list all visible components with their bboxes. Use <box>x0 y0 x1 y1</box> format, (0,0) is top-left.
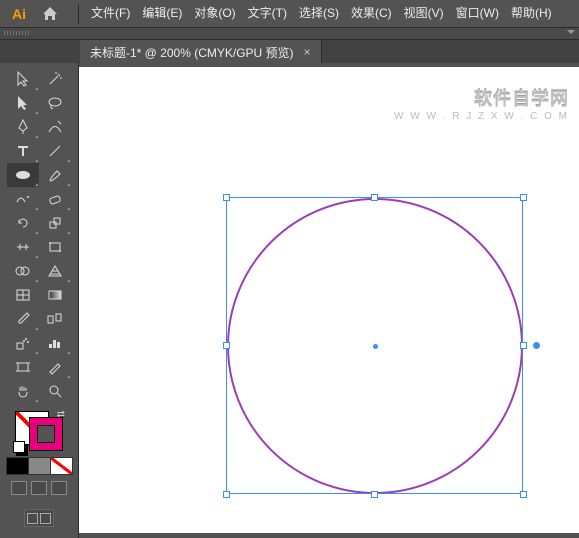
menu-select[interactable]: 选择(S) <box>293 0 345 27</box>
color-mode-gradient[interactable] <box>28 457 51 475</box>
color-mode-solid[interactable] <box>6 457 29 475</box>
watermark: 软件自学网 W W W . R J Z X W . C O M <box>394 85 569 122</box>
eraser-tool[interactable] <box>39 187 71 211</box>
draw-mode-row <box>11 481 67 495</box>
handle-se[interactable] <box>520 491 527 498</box>
main-area: ⇄ 软件自学网 W W W . R J Z X W . C O M <box>0 63 579 538</box>
toolbox: ⇄ <box>0 63 79 538</box>
menu-view[interactable]: 视图(V) <box>398 0 450 27</box>
separator <box>78 4 79 24</box>
artboard-tool[interactable] <box>7 355 39 379</box>
fill-stroke-control: ⇄ <box>6 409 72 527</box>
blend-tool[interactable] <box>39 307 71 331</box>
perspective-grid-tool[interactable] <box>39 259 71 283</box>
live-corner-widget[interactable] <box>533 342 540 349</box>
handle-e[interactable] <box>520 342 527 349</box>
color-mode-none[interactable] <box>50 457 73 475</box>
handle-n[interactable] <box>371 194 378 201</box>
stroke-swatch[interactable] <box>29 417 63 451</box>
handle-nw[interactable] <box>223 194 230 201</box>
document-tab-title: 未标题-1* @ 200% (CMYK/GPU 预览) <box>90 44 294 61</box>
paintbrush-tool[interactable] <box>39 163 71 187</box>
menu-object[interactable]: 对象(O) <box>188 0 241 27</box>
slice-tool[interactable] <box>39 355 71 379</box>
menu-type[interactable]: 文字(T) <box>242 0 293 27</box>
menu-help[interactable]: 帮助(H) <box>505 0 558 27</box>
document-tab[interactable]: 未标题-1* @ 200% (CMYK/GPU 预览) × <box>80 40 322 64</box>
watermark-line2: W W W . R J Z X W . C O M <box>394 111 569 122</box>
swap-fill-stroke-icon[interactable]: ⇄ <box>57 409 65 420</box>
shaper-tool[interactable] <box>7 187 39 211</box>
column-graph-tool[interactable] <box>39 331 71 355</box>
handle-s[interactable] <box>371 491 378 498</box>
app-logo: Ai <box>6 4 32 24</box>
watermark-line1: 软件自学网 <box>394 85 569 111</box>
selection-tool[interactable] <box>7 67 39 91</box>
eyedropper-tool[interactable] <box>7 307 39 331</box>
grip-icon <box>4 31 30 35</box>
control-strip <box>0 28 579 40</box>
draw-inside[interactable] <box>51 481 67 495</box>
document-tab-bar: 未标题-1* @ 200% (CMYK/GPU 预览) × <box>0 40 579 64</box>
tab-close-button[interactable]: × <box>304 45 311 59</box>
symbol-sprayer-tool[interactable] <box>7 331 39 355</box>
scale-tool[interactable] <box>39 211 71 235</box>
ellipse-tool[interactable] <box>7 163 39 187</box>
menu-edit[interactable]: 编辑(E) <box>136 0 188 27</box>
screen-mode-button[interactable] <box>24 509 54 527</box>
hand-tool[interactable] <box>7 379 39 403</box>
width-tool[interactable] <box>7 235 39 259</box>
magic-wand-tool[interactable] <box>39 67 71 91</box>
draw-normal[interactable] <box>11 481 27 495</box>
menu-file[interactable]: 文件(F) <box>85 0 136 27</box>
default-fill-stroke-icon[interactable] <box>13 441 25 453</box>
pen-tool[interactable] <box>7 115 39 139</box>
flyout-icon[interactable] <box>567 30 575 34</box>
free-transform-tool[interactable] <box>39 235 71 259</box>
handle-w[interactable] <box>223 342 230 349</box>
shape-builder-tool[interactable] <box>7 259 39 283</box>
handle-sw[interactable] <box>223 491 230 498</box>
curvature-tool[interactable] <box>39 115 71 139</box>
canvas[interactable]: 软件自学网 W W W . R J Z X W . C O M <box>79 63 579 538</box>
type-tool[interactable] <box>7 139 39 163</box>
rotate-tool[interactable] <box>7 211 39 235</box>
draw-behind[interactable] <box>31 481 47 495</box>
menu-bar: Ai 文件(F) 编辑(E) 对象(O) 文字(T) 选择(S) 效果(C) 视… <box>0 0 579 28</box>
center-point[interactable] <box>373 344 378 349</box>
tool-grid <box>7 67 71 403</box>
line-tool[interactable] <box>39 139 71 163</box>
home-icon[interactable] <box>38 4 62 24</box>
mesh-tool[interactable] <box>7 283 39 307</box>
direct-selection-tool[interactable] <box>7 91 39 115</box>
handle-ne[interactable] <box>520 194 527 201</box>
menu-effect[interactable]: 效果(C) <box>345 0 398 27</box>
color-mode-row <box>6 457 72 475</box>
menu-window[interactable]: 窗口(W) <box>450 0 505 27</box>
gradient-tool[interactable] <box>39 283 71 307</box>
zoom-tool[interactable] <box>39 379 71 403</box>
lasso-tool[interactable] <box>39 91 71 115</box>
